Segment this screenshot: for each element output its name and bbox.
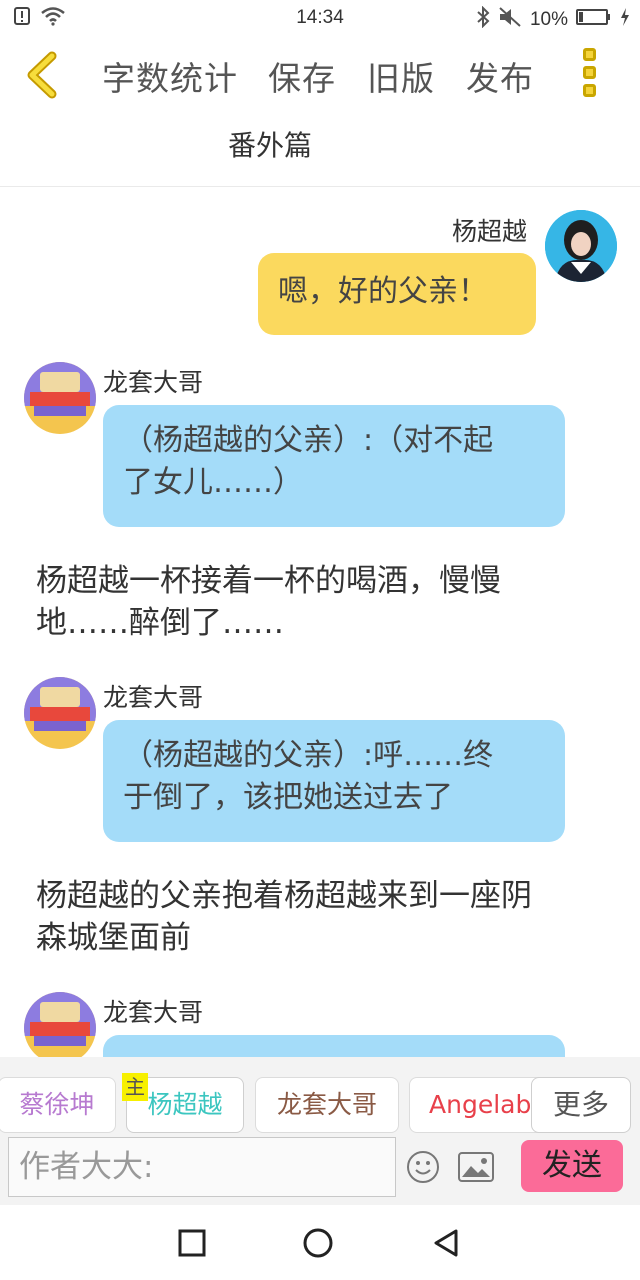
- status-bar: 14:34 10%: [0, 0, 640, 36]
- circle-icon: [303, 1228, 333, 1258]
- system-nav-bar: [0, 1205, 640, 1280]
- avatar[interactable]: [24, 362, 96, 434]
- input-panel: 蔡徐坤 杨超越 龙套大哥 Angelaba 主 更多 作者大大: 发送: [0, 1057, 640, 1205]
- character-chip[interactable]: 龙套大哥: [255, 1077, 399, 1133]
- mute-icon: [498, 6, 522, 34]
- message-bubble[interactable]: （杨超越的父亲）:（对不起 了女儿……）: [103, 405, 565, 527]
- publish-button[interactable]: 发布: [466, 52, 534, 100]
- more-characters-button[interactable]: 更多: [531, 1077, 631, 1133]
- message-bubble[interactable]: 嗯，好的父亲！: [258, 253, 536, 335]
- narration-text[interactable]: 杨超越一杯接着一杯的喝酒，慢慢 地……醉倒了……: [36, 560, 606, 644]
- message-text-line: （杨超越的父亲）:呼……终: [123, 738, 494, 773]
- message-input[interactable]: 作者大大:: [8, 1137, 396, 1197]
- avatar[interactable]: [24, 992, 96, 1057]
- narration-line: 杨超越的父亲抱着杨超越来到一座阴: [36, 878, 532, 914]
- send-button[interactable]: 发送: [521, 1140, 623, 1192]
- avatar[interactable]: [545, 210, 617, 282]
- chevron-left-icon: [27, 51, 57, 99]
- battery-icon: [576, 8, 612, 32]
- word-count-button[interactable]: 字数统计: [102, 52, 238, 100]
- charging-icon: [620, 7, 630, 33]
- message-text-line: 了女儿……）: [123, 465, 303, 500]
- triangle-back-icon: [434, 1229, 458, 1257]
- chapter-title[interactable]: 番外篇: [0, 124, 540, 164]
- character-chip[interactable]: Angelaba: [409, 1077, 549, 1133]
- sender-name: 龙套大哥: [103, 683, 204, 712]
- narration-line: 地……醉倒了……: [36, 605, 284, 641]
- square-icon: [178, 1229, 206, 1257]
- message-bubble[interactable]: （杨超越的父亲）:呼……终 于倒了，该把她送过去了: [103, 720, 565, 842]
- battery-percent: 10%: [529, 9, 568, 30]
- avatar[interactable]: [24, 677, 96, 749]
- home-button[interactable]: [302, 1227, 334, 1259]
- bluetooth-icon: [476, 5, 490, 34]
- chat-list[interactable]: 杨超越 嗯，好的父亲！ 龙套大哥 （杨超越的父亲）:（对不起 了女儿……） 杨超…: [0, 187, 640, 1057]
- sender-name: 杨超越: [452, 217, 528, 246]
- narration-line: 杨超越一杯接着一杯的喝酒，慢慢: [36, 563, 501, 599]
- more-menu-button[interactable]: [579, 48, 599, 102]
- back-nav-button[interactable]: [430, 1227, 462, 1259]
- recent-apps-button[interactable]: [176, 1227, 208, 1259]
- message-text-line: （杨超越的父亲）:（对不起: [123, 423, 494, 458]
- editor-toolbar: 字数统计 保存 旧版 发布: [0, 36, 640, 114]
- sender-name: 龙套大哥: [103, 368, 204, 397]
- save-button[interactable]: 保存: [268, 52, 336, 100]
- sender-name: 龙套大哥: [103, 998, 204, 1027]
- host-badge: 主: [122, 1073, 148, 1101]
- narration-line: 森城堡面前: [36, 920, 191, 956]
- image-icon[interactable]: [458, 1152, 494, 1182]
- message-text-line: 于倒了，该把她送过去了: [123, 780, 453, 815]
- character-chip[interactable]: 蔡徐坤: [0, 1077, 116, 1133]
- message-bubble[interactable]: [103, 1035, 565, 1057]
- old-version-button[interactable]: 旧版: [367, 52, 435, 100]
- emoji-icon[interactable]: [406, 1150, 440, 1184]
- narration-text[interactable]: 杨超越的父亲抱着杨超越来到一座阴 森城堡面前: [36, 875, 606, 959]
- back-button[interactable]: [20, 50, 64, 100]
